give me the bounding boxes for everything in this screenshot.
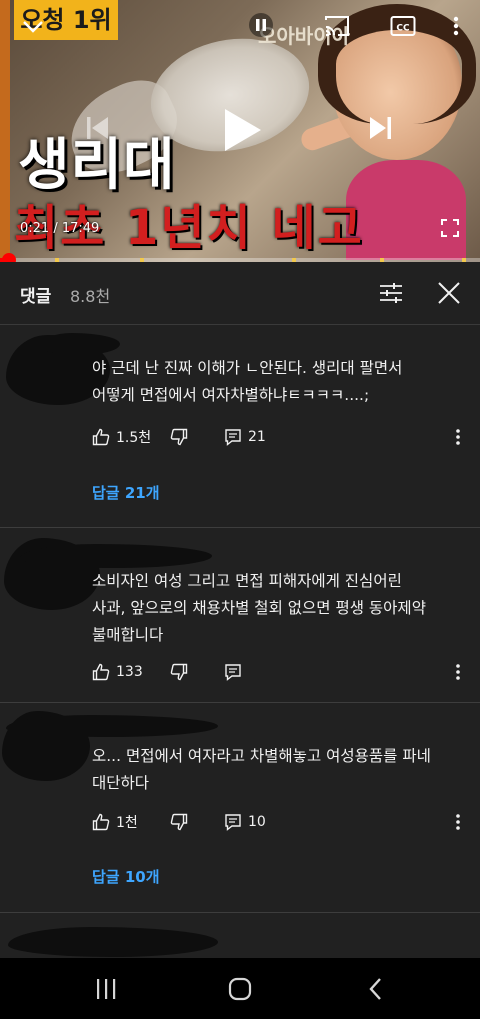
redacted-avatar-and-name xyxy=(8,927,218,957)
thumbs-down-icon[interactable] xyxy=(168,661,190,683)
recent-apps-icon[interactable] xyxy=(88,974,124,1004)
comment-item: 오... 면접에서 여자라고 차별해놓고 여성용품를 파네 대단하다 1천 10… xyxy=(0,703,480,913)
sort-filter-icon[interactable] xyxy=(376,278,406,308)
thumbs-down-icon[interactable] xyxy=(168,426,190,448)
comments-title: 댓글 xyxy=(20,287,52,307)
chevron-down-icon[interactable] xyxy=(18,12,48,42)
view-replies-link[interactable]: 답글 21개 xyxy=(92,482,160,503)
comment-item xyxy=(0,913,480,958)
like-count: 1천 xyxy=(116,815,138,831)
comments-count: 8.8천 xyxy=(70,287,111,306)
closed-captions-icon[interactable]: CC xyxy=(388,12,418,40)
video-player[interactable]: 오청 1위 오아바이아 생리대 최초 1년치 네고 CC 0:21 / 17:4… xyxy=(0,0,480,262)
comment-item: 소비자인 여성 그리고 면접 피해자에게 진심어린 사과, 앞으로의 채용차별 … xyxy=(0,528,480,703)
reply-icon[interactable] xyxy=(222,811,244,833)
like-count: 1.5천 xyxy=(116,430,152,446)
comments-header: 댓글 8.8천 xyxy=(0,262,480,325)
thumbnail-person-body xyxy=(346,160,466,260)
next-icon[interactable] xyxy=(360,108,400,148)
more-vert-icon[interactable] xyxy=(444,12,468,40)
thumbs-down-icon[interactable] xyxy=(168,811,190,833)
comment-text: 소비자인 여성 그리고 면접 피해자에게 진심어린 사과, 앞으로의 채용차별 … xyxy=(92,572,426,644)
close-icon[interactable] xyxy=(434,278,464,308)
reply-count: 10 xyxy=(248,814,266,830)
reply-icon[interactable] xyxy=(222,661,244,683)
comment-actions: 133 xyxy=(90,658,480,686)
redacted-author xyxy=(6,715,218,737)
comment-text: 야 근데 난 진짜 이해가 ㄴ안된다. 생리대 팔면서 어떻게 면접에서 여자차… xyxy=(92,359,403,404)
comment-actions: 1.5천 21 xyxy=(90,423,480,451)
comment-item: 야 근데 난 진짜 이해가 ㄴ안된다. 생리대 팔면서 어떻게 면접에서 여자차… xyxy=(0,325,480,528)
thumbs-up-icon[interactable] xyxy=(90,426,112,448)
back-icon[interactable] xyxy=(358,974,394,1004)
system-navigation-bar xyxy=(0,958,480,1019)
like-count: 133 xyxy=(116,664,143,680)
pause-icon[interactable] xyxy=(246,10,276,40)
cast-icon[interactable] xyxy=(322,12,352,40)
thumbs-up-icon[interactable] xyxy=(90,811,112,833)
home-icon[interactable] xyxy=(222,974,258,1004)
more-vert-icon[interactable] xyxy=(448,660,468,684)
fullscreen-icon[interactable] xyxy=(438,216,462,240)
redacted-author xyxy=(20,544,212,568)
svg-text:CC: CC xyxy=(396,24,410,34)
thumbnail-edge xyxy=(0,0,10,262)
comment-text: 오... 면접에서 여자라고 차별해놓고 여성용품를 파네 대단하다 xyxy=(92,747,431,792)
more-vert-icon[interactable] xyxy=(448,810,468,834)
play-icon[interactable] xyxy=(212,100,272,160)
view-replies-link[interactable]: 답글 10개 xyxy=(92,866,160,887)
thumbs-up-icon[interactable] xyxy=(90,661,112,683)
more-vert-icon[interactable] xyxy=(448,425,468,449)
comment-actions: 1천 10 xyxy=(90,808,480,836)
previous-icon[interactable] xyxy=(78,108,118,148)
redacted-author xyxy=(40,333,120,355)
reply-count: 21 xyxy=(248,429,266,445)
video-time: 0:21 / 17:49 xyxy=(20,221,100,236)
reply-icon[interactable] xyxy=(222,426,244,448)
